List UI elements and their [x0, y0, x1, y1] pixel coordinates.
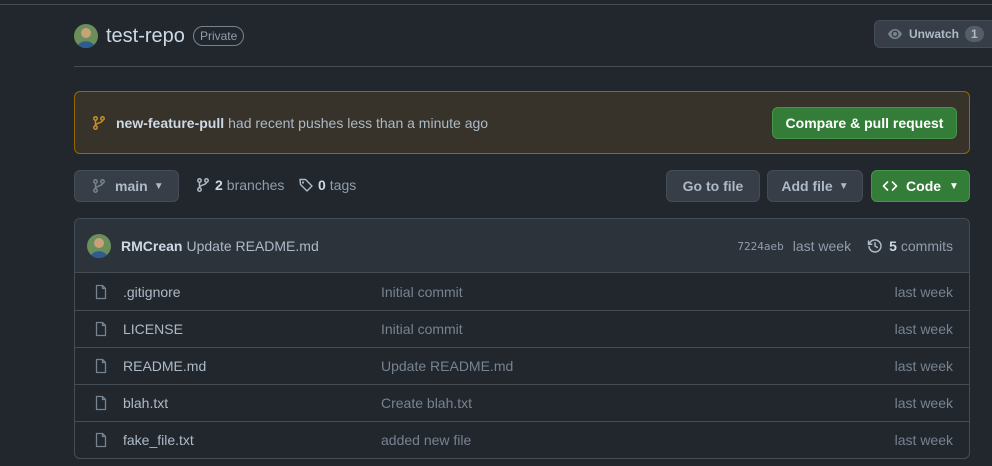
- current-branch-label: main: [115, 178, 148, 194]
- file-name[interactable]: fake_file.txt: [123, 432, 194, 448]
- commit-message[interactable]: Update README.md: [186, 238, 318, 254]
- file-commit-age: last week: [894, 395, 953, 411]
- chevron-down-icon: ▼: [153, 180, 164, 192]
- git-branch-icon: [197, 178, 209, 192]
- file-icon: [93, 284, 109, 300]
- file-list: RMCrean Update README.md 7224aeb last we…: [74, 218, 970, 459]
- history-icon: [867, 239, 882, 253]
- file-row[interactable]: blah.txt Create blah.txt last week: [75, 384, 969, 421]
- visibility-badge: Private: [192, 26, 245, 46]
- file-commit-message[interactable]: added new file: [381, 432, 471, 448]
- file-name[interactable]: blah.txt: [123, 395, 168, 411]
- branch-select-button[interactable]: main ▼: [74, 170, 179, 202]
- author-avatar[interactable]: [87, 233, 111, 258]
- file-name[interactable]: README.md: [123, 358, 206, 374]
- owner-avatar[interactable]: [74, 24, 98, 48]
- file-icon: [93, 358, 109, 374]
- add-file-label: Add file: [781, 178, 833, 194]
- latest-commit-row: RMCrean Update README.md 7224aeb last we…: [75, 219, 969, 273]
- file-icon: [93, 395, 109, 411]
- watch-count: 1: [965, 26, 984, 42]
- file-row[interactable]: fake_file.txt added new file last week: [75, 421, 969, 458]
- file-row[interactable]: .gitignore Initial commit last week: [75, 273, 969, 310]
- push-message: had recent pushes less than a minute ago: [228, 114, 489, 131]
- file-commit-age: last week: [894, 432, 953, 448]
- file-commit-age: last week: [894, 283, 953, 300]
- file-commit-message[interactable]: Update README.md: [381, 358, 513, 374]
- file-commit-message[interactable]: Initial commit: [381, 284, 463, 300]
- git-branch-icon: [91, 115, 107, 131]
- unwatch-button[interactable]: Unwatch 1 ▼: [874, 20, 992, 48]
- tag-icon: [299, 178, 313, 192]
- branches-label: branches: [226, 177, 285, 193]
- recent-push-banner: new-feature-pull had recent pushes less …: [74, 91, 970, 154]
- go-to-file-button[interactable]: Go to file: [666, 170, 760, 202]
- file-name[interactable]: LICENSE: [123, 321, 183, 337]
- branches-link[interactable]: 2 branches: [195, 177, 284, 193]
- header-divider: [74, 66, 992, 67]
- pushed-branch-name[interactable]: new-feature-pull: [116, 115, 224, 131]
- eye-icon: [887, 26, 903, 42]
- commits-history-link[interactable]: 5 commits: [867, 238, 953, 254]
- top-border: [0, 4, 992, 5]
- file-icon: [93, 321, 109, 337]
- commit-time: last week: [792, 238, 852, 254]
- commit-sha[interactable]: 7224aeb: [737, 240, 783, 253]
- tags-link[interactable]: 0 tags: [298, 177, 356, 193]
- code-icon: [882, 181, 898, 191]
- file-commit-age: last week: [894, 358, 953, 374]
- file-commit-age: last week: [894, 321, 953, 337]
- file-row[interactable]: README.md Update README.md last week: [75, 347, 969, 384]
- git-branch-icon: [93, 179, 105, 193]
- file-commit-message[interactable]: Create blah.txt: [381, 395, 472, 411]
- commit-author[interactable]: RMCrean: [121, 238, 182, 254]
- repo-name[interactable]: test-repo: [106, 25, 185, 48]
- code-button[interactable]: Code ▼: [871, 170, 970, 202]
- code-label: Code: [906, 178, 942, 194]
- chevron-down-icon: ▼: [838, 180, 849, 192]
- file-name[interactable]: .gitignore: [123, 284, 181, 300]
- file-commit-message[interactable]: Initial commit: [381, 321, 463, 337]
- compare-pull-request-button[interactable]: Compare & pull request: [772, 107, 957, 139]
- file-row[interactable]: LICENSE Initial commit last week: [75, 310, 969, 347]
- repo-header: test-repo Private: [74, 22, 245, 50]
- unwatch-label: Unwatch: [909, 27, 960, 41]
- commit-meta: 7224aeb last week 5 commits: [737, 219, 953, 273]
- branches-count: 2: [215, 177, 223, 193]
- file-icon: [93, 432, 109, 448]
- tags-count: 0: [318, 177, 326, 193]
- add-file-button[interactable]: Add file ▼: [767, 170, 863, 202]
- tags-label: tags: [329, 177, 357, 193]
- chevron-down-icon: ▼: [949, 180, 959, 192]
- commits-count: 5: [889, 238, 897, 254]
- commits-label: commits: [900, 238, 953, 254]
